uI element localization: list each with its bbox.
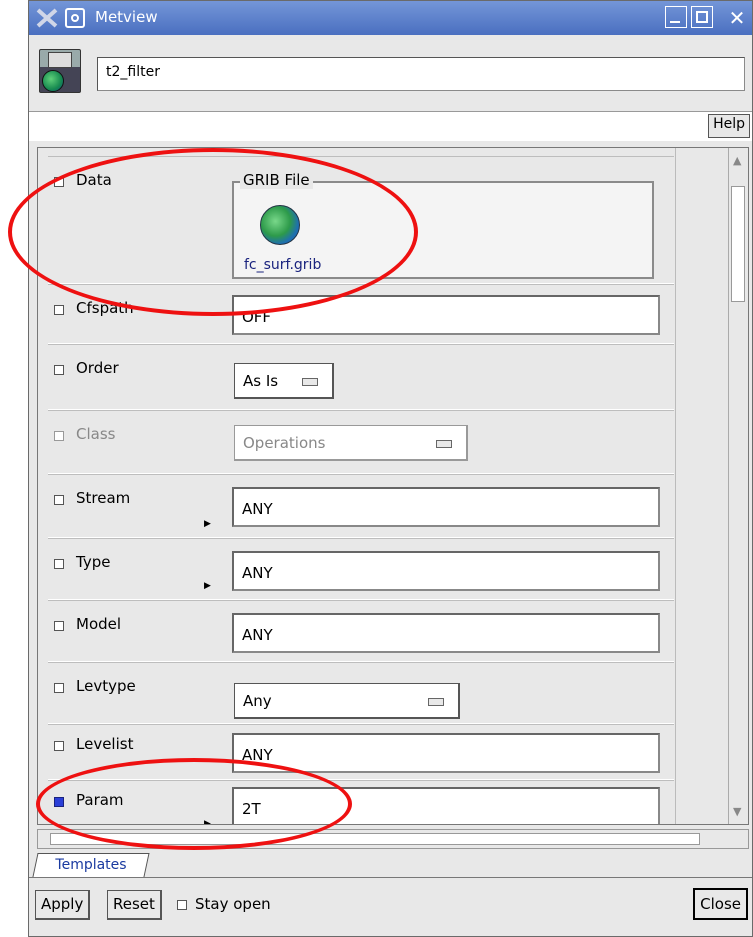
scroll-down-icon[interactable]: ▼: [733, 805, 741, 818]
metview-icon-editor-icon: [39, 49, 81, 93]
stream-input[interactable]: ANY: [232, 487, 660, 527]
cfspath-input[interactable]: OFF: [232, 295, 660, 335]
minimize-button[interactable]: [665, 6, 687, 28]
title-bar: Metview ✕: [29, 1, 752, 35]
option-menu-icon: [428, 698, 444, 706]
levtype-select-value: Any: [243, 692, 272, 710]
expand-arrow-icon[interactable]: ▶: [204, 581, 211, 591]
grib-globe-icon[interactable]: [260, 205, 300, 245]
reset-button[interactable]: Reset: [107, 890, 162, 920]
param-checkbox-levelist[interactable]: [54, 741, 64, 751]
apply-button[interactable]: Apply: [35, 890, 91, 920]
expand-arrow-icon[interactable]: ▶: [204, 819, 211, 824]
param-checkbox-model[interactable]: [54, 621, 64, 631]
help-strip: Help: [29, 111, 752, 141]
param-checkbox-stream[interactable]: [54, 495, 64, 505]
grib-box-title: GRIB File: [240, 171, 313, 189]
param-label-param: Param: [76, 791, 124, 809]
stay-open-checkbox[interactable]: [177, 900, 187, 910]
expand-arrow-icon[interactable]: ▶: [204, 519, 211, 529]
window-title: Metview: [95, 8, 158, 26]
param-label-model: Model: [76, 615, 122, 633]
parameters-panel: Data fc_surf.grib GRIB File Cfspath OFF …: [37, 147, 749, 825]
param-checkbox-cfspath[interactable]: [54, 305, 64, 315]
option-menu-icon: [436, 440, 452, 448]
param-row-levtype: Levtype Any: [48, 662, 674, 724]
param-row-order: Order As Is: [48, 344, 674, 410]
window-menu-icon[interactable]: [65, 8, 85, 28]
param-row-class: Class Operations: [48, 410, 674, 474]
param-checkbox-type[interactable]: [54, 559, 64, 569]
param-label-data: Data: [76, 171, 112, 189]
param-row-levelist: Levelist ANY: [48, 724, 674, 780]
tab-templates[interactable]: Templates: [32, 853, 150, 877]
horizontal-scrollbar[interactable]: [37, 829, 749, 849]
param-row-model: Model ANY: [48, 600, 674, 662]
param-row-cfspath: Cfspath OFF: [48, 284, 674, 344]
param-label-class: Class: [76, 425, 116, 443]
grib-file-drop-area[interactable]: fc_surf.grib: [232, 181, 654, 279]
horizontal-scroll-thumb[interactable]: [50, 833, 700, 845]
param-checkbox-class[interactable]: [54, 431, 64, 441]
param-checkbox-order[interactable]: [54, 365, 64, 375]
param-label-levtype: Levtype: [76, 677, 136, 695]
vertical-scrollbar[interactable]: ▲ ▼: [728, 148, 748, 824]
param-label-levelist: Levelist: [76, 735, 134, 753]
globe-icon: [42, 70, 64, 92]
tab-bar: Templates: [29, 853, 752, 877]
parameter-list[interactable]: Data fc_surf.grib GRIB File Cfspath OFF …: [38, 148, 676, 824]
scroll-up-icon[interactable]: ▲: [733, 154, 741, 167]
param-label-cfspath: Cfspath: [76, 299, 134, 317]
levelist-input[interactable]: ANY: [232, 733, 660, 773]
app-menu-icon[interactable]: [35, 7, 59, 29]
param-row-type: Type ▶ ANY: [48, 538, 674, 600]
param-row-param: Param ▶ 2T: [48, 780, 674, 824]
param-checkbox-param[interactable]: [54, 797, 64, 807]
type-input[interactable]: ANY: [232, 551, 660, 591]
param-checkbox-levtype[interactable]: [54, 683, 64, 693]
model-input[interactable]: ANY: [232, 613, 660, 653]
option-menu-icon: [302, 378, 318, 386]
icon-name-field[interactable]: t2_filter: [97, 57, 745, 91]
vertical-scroll-thumb[interactable]: [731, 186, 745, 302]
levtype-select[interactable]: Any: [234, 683, 460, 719]
order-select-value: As Is: [243, 372, 279, 390]
metview-window: Metview ✕ t2_filter Help Data fc_surf.gr…: [28, 0, 753, 937]
class-select-value: Operations: [243, 434, 326, 452]
editor-header: t2_filter: [29, 35, 752, 111]
tab-templates-label: Templates: [55, 857, 127, 873]
order-select[interactable]: As Is: [234, 363, 334, 399]
param-row-stream: Stream ▶ ANY: [48, 474, 674, 538]
param-checkbox-data[interactable]: [54, 177, 64, 187]
action-bar: Apply Reset Stay open Close: [29, 877, 752, 937]
param-label-type: Type: [76, 553, 111, 571]
help-button[interactable]: Help: [708, 114, 750, 138]
param-row-data: Data fc_surf.grib GRIB File: [48, 156, 674, 284]
param-label-order: Order: [76, 359, 119, 377]
maximize-button[interactable]: [691, 6, 713, 28]
close-button[interactable]: Close: [693, 888, 748, 920]
close-window-button[interactable]: ✕: [721, 4, 753, 32]
stay-open-label: Stay open: [195, 895, 271, 913]
grib-file-name[interactable]: fc_surf.grib: [244, 257, 321, 273]
param-input[interactable]: 2T: [232, 787, 660, 824]
param-label-stream: Stream: [76, 489, 131, 507]
class-select: Operations: [234, 425, 468, 461]
